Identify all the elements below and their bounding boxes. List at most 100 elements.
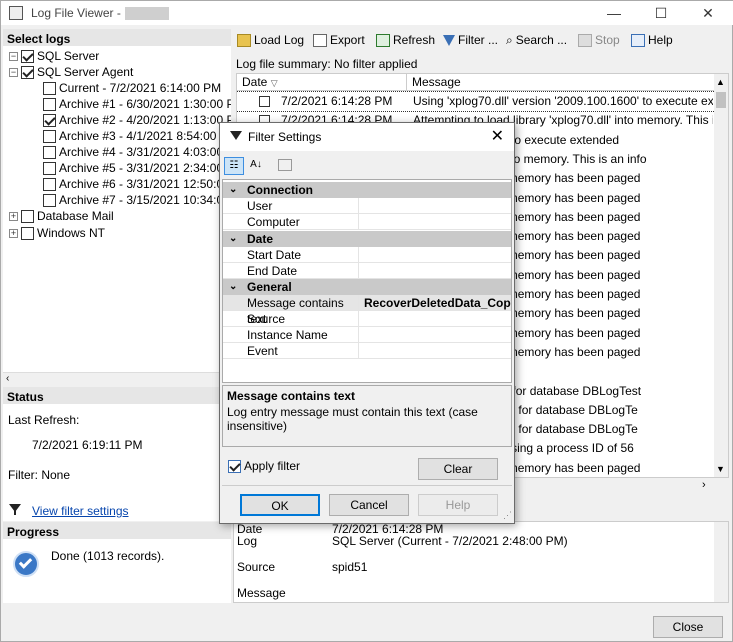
stop-icon <box>578 34 592 48</box>
search-button[interactable]: ⌕ Search ... <box>506 33 567 48</box>
prop-instance-name[interactable]: Instance Name <box>223 327 511 343</box>
checkbox-windows-nt[interactable] <box>21 227 34 241</box>
filter-settings-dialog: Filter Settings ✕ ☷ A↓ ⌄ Connection User … <box>219 122 515 524</box>
property-grid[interactable]: ⌄ Connection User Computer ⌄ Date Start Da… <box>222 179 512 383</box>
collapse-icon[interactable]: − <box>9 68 18 78</box>
help-button[interactable]: Help <box>418 494 498 516</box>
scroll-down-icon[interactable]: ▼ <box>716 464 725 474</box>
tree-node-label: SQL Server Agent <box>37 65 134 79</box>
tree-node-archive-7[interactable]: Archive #7 - 3/15/2021 10:34:00 AM <box>43 192 231 208</box>
close-button[interactable]: Close <box>653 616 723 638</box>
tree-node-archive-1[interactable]: Archive #1 - 6/30/2021 1:30:00 PM <box>43 96 231 112</box>
expand-icon[interactable]: + <box>9 212 18 222</box>
stop-button[interactable]: Stop <box>578 33 620 48</box>
help-label: Help <box>648 33 673 47</box>
scroll-right-icon[interactable]: › <box>702 479 706 491</box>
clear-button[interactable]: Clear <box>418 458 498 480</box>
detail-message-label: Message <box>237 586 286 600</box>
tree-node-archive-6[interactable]: Archive #6 - 3/31/2021 12:50:00 PM <box>43 176 231 192</box>
checkbox-database-mail[interactable] <box>21 210 34 224</box>
apply-filter-checkbox[interactable]: Apply filter <box>228 459 300 474</box>
row-date: 7/2/2021 6:14:28 PM <box>281 94 393 108</box>
checkbox-archive-6[interactable] <box>43 178 56 192</box>
checkbox-archive-3[interactable] <box>43 130 56 144</box>
collapse-icon[interactable]: ⌄ <box>229 231 237 247</box>
categorized-view-icon[interactable]: ☷ <box>224 157 244 175</box>
collapse-icon[interactable]: − <box>9 52 18 62</box>
tree-node-sql-server-agent[interactable]: − SQL Server Agent <box>9 64 133 80</box>
log-tree[interactable]: − SQL Server − SQL Server Agent Current - … <box>3 46 231 372</box>
tree-node-label: SQL Server <box>37 49 100 63</box>
checkbox-sql-server[interactable] <box>21 50 34 64</box>
prop-event[interactable]: Event <box>223 343 511 359</box>
column-header-message[interactable]: Message <box>407 74 717 91</box>
tree-node-database-mail[interactable]: + Database Mail <box>9 208 114 224</box>
grid-vertical-scrollbar[interactable]: ▲ ▼ <box>714 74 728 477</box>
row-message: Using 'xplog70.dll' version '2009.100.16… <box>413 94 713 108</box>
maximize-button[interactable]: ☐ <box>638 1 684 25</box>
detail-source-label: Source <box>237 560 276 574</box>
category-general[interactable]: ⌄ General <box>223 279 511 295</box>
prop-name: Source <box>245 311 359 327</box>
column-header-date[interactable]: Date ▽ <box>237 74 407 91</box>
category-date[interactable]: ⌄ Date <box>223 231 511 247</box>
scroll-up-icon[interactable]: ▲ <box>716 77 725 87</box>
detail-pane: Date 7/2/2021 6:14:28 PM Log SQL Server … <box>233 521 729 603</box>
tree-horizontal-scrollbar[interactable]: ‹ <box>3 372 231 386</box>
detail-scrollbar[interactable] <box>714 522 728 602</box>
redacted-server-name <box>124 7 169 21</box>
filter-label: Filter ... <box>458 33 499 47</box>
tree-node-windows-nt[interactable]: + Windows NT <box>9 225 105 241</box>
ok-button[interactable]: OK <box>240 494 320 516</box>
prop-name: Start Date <box>245 247 359 263</box>
load-log-button[interactable]: Load Log <box>237 33 304 48</box>
tree-node-sql-server[interactable]: − SQL Server <box>9 48 99 64</box>
prop-computer[interactable]: Computer <box>223 214 511 230</box>
collapse-icon[interactable]: ⌄ <box>229 182 237 198</box>
folder-icon <box>237 34 251 48</box>
tree-node-archive-5[interactable]: Archive #5 - 3/31/2021 2:34:00 PM <box>43 160 231 176</box>
prop-user[interactable]: User <box>223 198 511 214</box>
date-header-label: Date <box>242 75 268 89</box>
tree-node-archive-3[interactable]: Archive #3 - 4/1/2021 8:54:00 AM <box>43 128 231 144</box>
progress-text: Done (1013 records). <box>51 549 165 563</box>
expand-icon[interactable]: + <box>9 229 18 239</box>
category-connection[interactable]: ⌄ Connection <box>223 182 511 198</box>
table-row[interactable]: 7/2/2021 6:14:28 PM Using 'xplog70.dll' v… <box>237 91 718 112</box>
refresh-icon <box>376 34 390 48</box>
checkbox-archive-7[interactable] <box>43 194 56 208</box>
prop-start-date[interactable]: Start Date <box>223 247 511 263</box>
refresh-button[interactable]: Refresh <box>376 33 435 48</box>
collapse-icon[interactable]: ⌄ <box>229 279 237 295</box>
tree-node-label: Archive #4 - 3/31/2021 4:03:00 PM <box>59 145 231 159</box>
tree-node-current[interactable]: Current - 7/2/2021 6:14:00 PM <box>43 80 221 96</box>
prop-source[interactable]: Source <box>223 311 511 327</box>
tree-node-archive-2[interactable]: Archive #2 - 4/20/2021 1:13:00 PM <box>43 112 231 128</box>
resize-grip-icon[interactable]: ⋰ <box>503 510 512 521</box>
scroll-thumb[interactable] <box>716 92 726 108</box>
help-button[interactable]: Help <box>631 33 673 48</box>
message-contains-value[interactable]: RecoverDeletedData_Copy <box>361 295 511 311</box>
view-filter-settings-link[interactable]: View filter settings <box>32 504 129 518</box>
checkbox-sql-server-agent[interactable] <box>21 66 34 80</box>
tree-node-archive-4[interactable]: Archive #4 - 3/31/2021 4:03:00 PM <box>43 144 231 160</box>
export-button[interactable]: Export <box>313 33 365 48</box>
property-pages-icon[interactable] <box>278 159 292 171</box>
close-window-button[interactable]: ✕ <box>685 1 731 25</box>
checkbox-archive-2[interactable] <box>43 114 56 128</box>
title-bar: Log File Viewer - — ☐ ✕ <box>1 1 733 25</box>
filter-button[interactable]: Filter ... <box>443 33 498 47</box>
prop-end-date[interactable]: End Date <box>223 263 511 279</box>
prop-message-contains[interactable]: Message contains text RecoverDeletedData_… <box>223 295 511 326</box>
scroll-left-icon[interactable]: ‹ <box>6 373 9 384</box>
checkbox-archive-4[interactable] <box>43 146 56 160</box>
dialog-close-icon[interactable]: ✕ <box>491 126 504 146</box>
checkbox-apply-filter[interactable] <box>228 460 241 474</box>
checkbox-archive-1[interactable] <box>43 98 56 112</box>
last-refresh-label: Last Refresh: <box>8 413 80 427</box>
minimize-button[interactable]: — <box>591 1 637 25</box>
checkbox-current[interactable] <box>43 82 56 96</box>
alphabetical-sort-icon[interactable]: A↓ <box>246 157 266 175</box>
cancel-button[interactable]: Cancel <box>329 494 409 516</box>
checkbox-archive-5[interactable] <box>43 162 56 176</box>
